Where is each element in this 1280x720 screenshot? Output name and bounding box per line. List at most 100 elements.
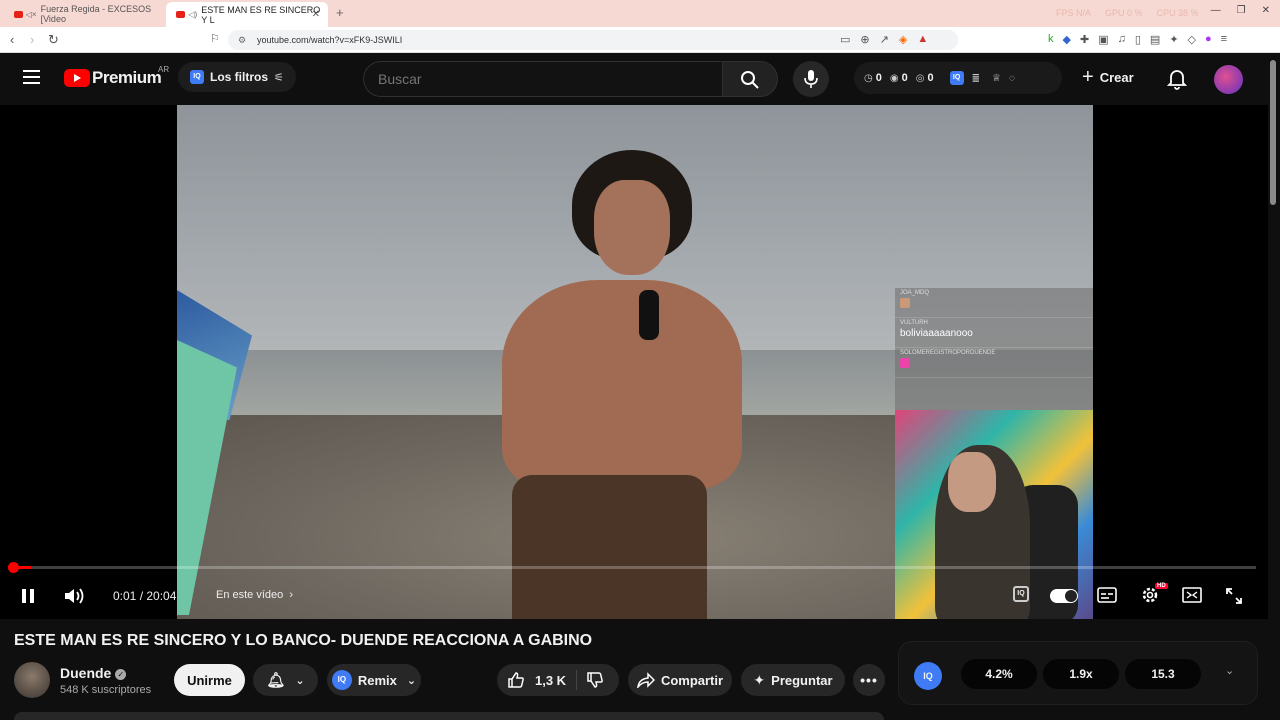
search-icon — [741, 71, 759, 89]
sparkle-icon: ✦ — [753, 671, 766, 688]
search-input[interactable] — [363, 61, 723, 97]
share-button[interactable]: Compartir — [628, 664, 732, 696]
create-button[interactable]: + Crear — [1082, 66, 1134, 88]
notifications-button[interactable] — [1166, 68, 1188, 95]
counter-clock[interactable]: ◷ 0 — [864, 72, 882, 84]
thumbs-down-icon — [587, 672, 603, 688]
sidebar-icon[interactable]: ▯ — [1135, 33, 1141, 46]
voice-search-button[interactable] — [793, 61, 829, 97]
bell-icon — [1166, 70, 1188, 90]
bookmark-icon[interactable]: ⚐ — [210, 32, 220, 45]
iq-badge-icon[interactable]: IQ — [949, 71, 964, 85]
chapters-button[interactable]: En este vídeo › — [216, 589, 293, 601]
video-title: ESTE MAN ES RE SINCERO Y LO BANCO- DUEND… — [14, 632, 593, 649]
filters-label: Los filtros — [210, 70, 269, 84]
filters-button[interactable]: IQ Los filtros ⚟ — [178, 62, 296, 92]
channel-avatar[interactable] — [14, 662, 50, 698]
chat-bubble-icon[interactable]: ◌ — [1009, 73, 1015, 84]
stream-chat-overlay: JOA_MDQ VULTURH boliviaaaaanooo SOLOMERE… — [895, 288, 1093, 410]
url-text: youtube.com/watch?v=xFK9-JSWILI — [257, 35, 403, 45]
video-frame[interactable]: JOA_MDQ VULTURH boliviaaaaanooo SOLOMERE… — [177, 105, 1093, 619]
eye-off-icon: ◎ — [915, 72, 925, 84]
dislike-button[interactable] — [586, 671, 604, 692]
progress-bar[interactable] — [8, 562, 1256, 573]
pause-icon[interactable] — [20, 587, 36, 605]
theater-mode-icon[interactable] — [1182, 587, 1202, 603]
counter-views[interactable]: ◉ 0 — [890, 72, 908, 84]
microphone-icon — [804, 70, 818, 88]
chevron-down-icon: ⌄ — [295, 674, 305, 687]
like-button[interactable]: 1,3 K — [507, 671, 566, 689]
translate-icon[interactable]: ◆ — [1063, 33, 1071, 46]
ai-assistant-icon[interactable]: ● — [1205, 33, 1212, 46]
restore-icon[interactable]: ❐ — [1237, 5, 1246, 16]
list-icon[interactable]: ≣ — [972, 73, 980, 84]
system-stats: FPS N/A GPU 0 % CPU 38 % — [1056, 8, 1199, 18]
sparkle-icon[interactable]: ✦ — [1169, 33, 1178, 46]
warning-icon[interactable]: ▲ — [917, 33, 928, 46]
more-horizontal-icon: ••• — [860, 672, 878, 688]
site-info-icon[interactable]: ⚙ — [238, 30, 246, 50]
youtube-play-icon — [64, 69, 90, 87]
join-button[interactable]: Unirme — [174, 664, 245, 696]
menu-icon[interactable]: ≡ — [1221, 33, 1227, 46]
more-actions-button[interactable]: ••• — [853, 664, 885, 696]
tab-title: Fuerza Regida - EXCESOS [Video — [40, 4, 152, 24]
hamburger-menu-icon[interactable] — [23, 70, 40, 84]
search-button[interactable] — [722, 61, 778, 97]
browser-tab[interactable]: ◁× Fuerza Regida - EXCESOS [Video — [4, 3, 162, 25]
share-arrow-icon — [637, 672, 655, 688]
puzzle-icon[interactable]: ✚ — [1080, 33, 1089, 46]
emote-icon — [900, 358, 910, 368]
verified-check-icon: ✓ — [115, 668, 127, 680]
trophy-icon[interactable]: ♕ — [992, 73, 1001, 84]
channel-name[interactable]: Duende ✓ — [60, 665, 127, 681]
close-tab-icon[interactable]: ✕ — [312, 9, 320, 20]
fullscreen-icon[interactable] — [1225, 587, 1243, 605]
autoplay-toggle[interactable] — [1050, 589, 1078, 603]
back-icon[interactable]: ‹ — [10, 32, 14, 47]
screenshot-icon[interactable]: ▣ — [1098, 33, 1108, 46]
new-tab-button[interactable]: + — [336, 5, 344, 20]
url-action-icons: ▭ ⊕ ↗ ◈ ▲ — [840, 33, 928, 46]
close-window-icon[interactable]: ✕ — [1262, 5, 1270, 16]
scrubber-handle[interactable] — [8, 562, 19, 573]
tab-title: ESTE MAN ES RE SINCERO Y L — [201, 4, 321, 25]
chevron-down-icon: ⌄ — [406, 674, 417, 687]
microphone — [639, 290, 659, 340]
share-page-icon[interactable]: ↗ — [880, 33, 889, 46]
iq-stats-panel: IQ 4.2% 1.9x 15.3 ⌄ — [898, 641, 1258, 705]
browser-tab-active[interactable]: ◁) ESTE MAN ES RE SINCERO Y L ✕ — [166, 2, 328, 27]
youtube-header: Premium AR IQ Los filtros ⚟ ◷0 ◉0 ◎0 IQ … — [0, 53, 1280, 105]
ask-button[interactable]: ✦ Preguntar — [741, 664, 845, 696]
subtitles-icon[interactable] — [1097, 587, 1117, 603]
counter-hidden[interactable]: ◎ 0 — [916, 72, 934, 84]
chevron-down-icon[interactable]: ⌄ — [1225, 664, 1234, 677]
zoom-icon[interactable]: ⊕ — [860, 33, 869, 46]
music-icon[interactable]: ♫ — [1118, 33, 1126, 46]
stat-percent: 4.2% — [961, 659, 1037, 689]
iq-extension-icon: IQ — [190, 70, 204, 84]
extension-k-icon[interactable]: k — [1048, 33, 1054, 46]
iq-player-icon[interactable]: IQ — [1013, 586, 1029, 602]
window-controls: — ❐ ✕ — [1211, 5, 1270, 16]
description-box-edge — [14, 712, 884, 720]
page-scrollbar[interactable] — [1270, 60, 1276, 205]
vpn-icon[interactable]: ◇ — [1188, 33, 1196, 46]
thumbs-up-icon — [508, 672, 524, 688]
remix-button[interactable]: IQ Remix ⌄ — [327, 664, 421, 696]
iq-logo-icon[interactable]: IQ — [914, 662, 942, 690]
account-avatar[interactable] — [1214, 65, 1243, 94]
volume-icon[interactable] — [64, 587, 86, 605]
plus-icon: + — [1082, 66, 1094, 88]
forward-icon[interactable]: › — [30, 32, 34, 47]
brave-shield-icon[interactable]: ◈ — [899, 33, 907, 46]
subscription-bell-button[interactable]: 🔔︎ ⌄ — [253, 664, 318, 696]
cast-icon[interactable]: ▭ — [840, 33, 850, 46]
video-player[interactable]: JOA_MDQ VULTURH boliviaaaaanooo SOLOMERE… — [0, 105, 1268, 619]
youtube-premium-logo[interactable]: Premium AR — [64, 65, 169, 88]
reload-icon[interactable]: ↻ — [48, 32, 59, 48]
minimize-icon[interactable]: — — [1211, 5, 1221, 16]
logo-word: Premium — [92, 68, 162, 87]
wallet-icon[interactable]: ▤ — [1150, 33, 1160, 46]
